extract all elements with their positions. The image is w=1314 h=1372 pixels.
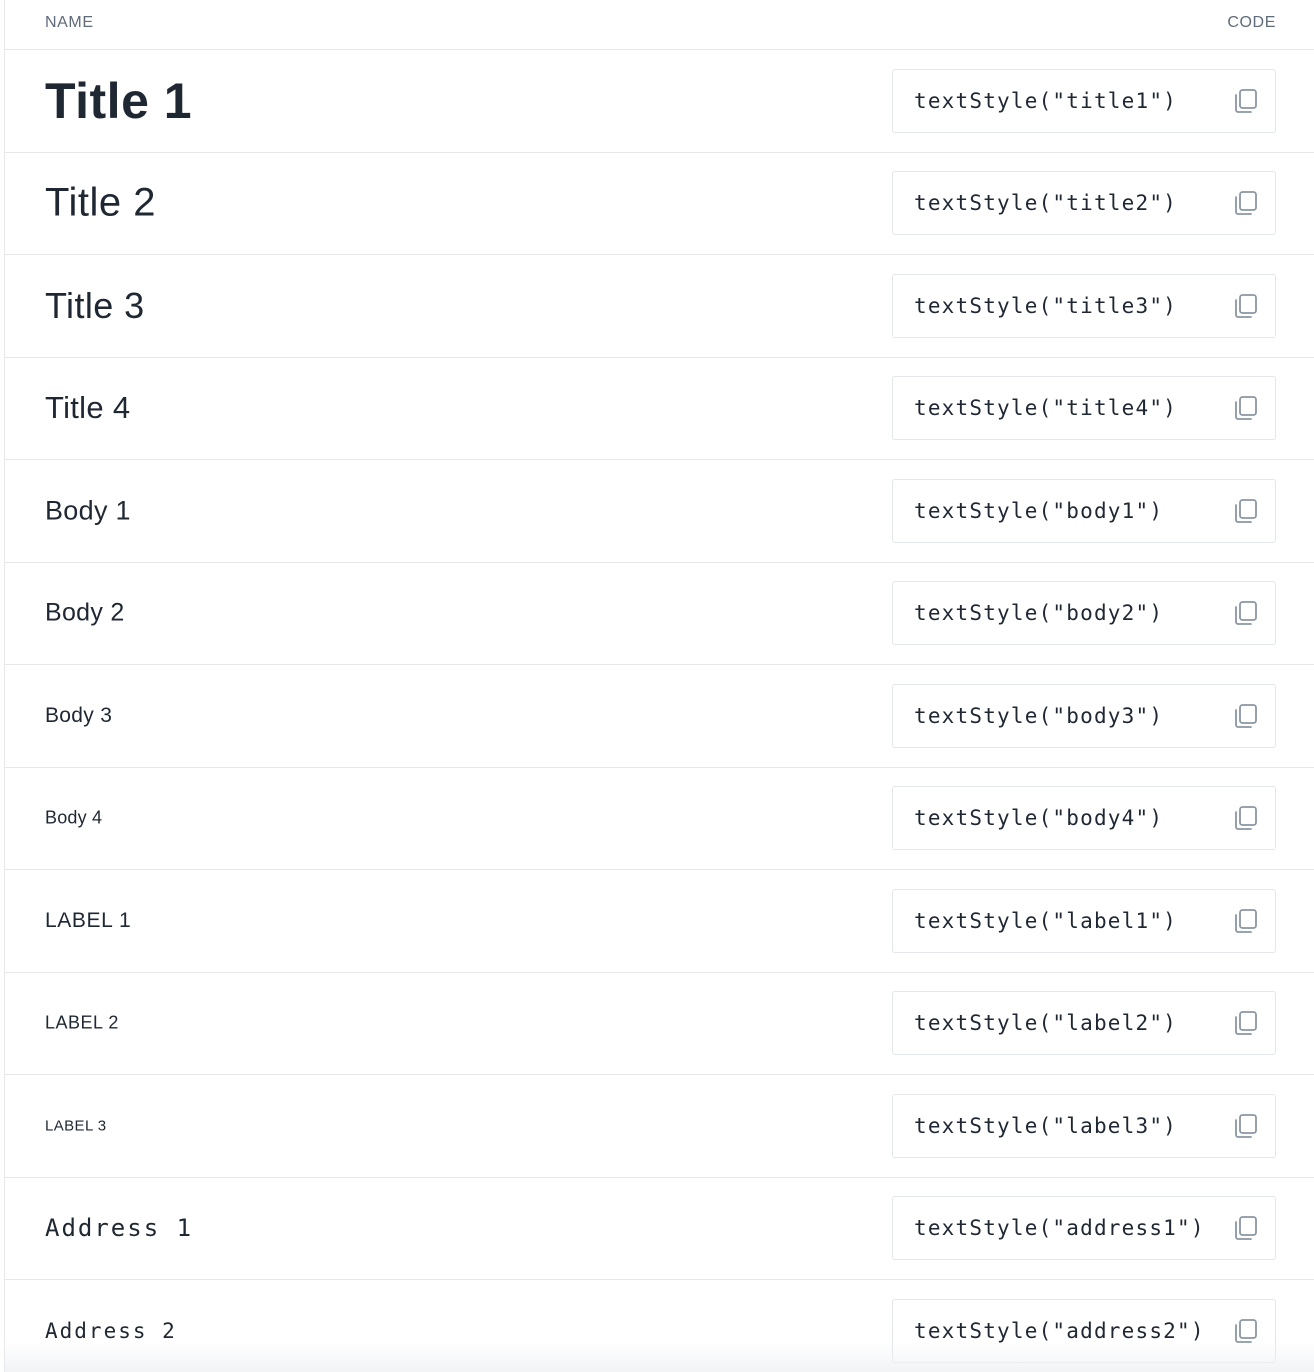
code-text: textStyle("label1") [914, 908, 1178, 933]
table-row-address2: Address 2 textStyle("address2") [5, 1280, 1314, 1372]
copy-icon[interactable] [1231, 804, 1259, 832]
table-row-body4: Body 4 textStyle("body4") [5, 768, 1314, 870]
code-text: textStyle("title3") [914, 293, 1178, 318]
style-name-title1: Title 1 [45, 72, 193, 129]
code-snippet-label2: textStyle("label2") [892, 991, 1276, 1056]
code-text: textStyle("address1") [914, 1216, 1205, 1241]
copy-icon[interactable] [1231, 394, 1259, 422]
copy-icon[interactable] [1231, 189, 1259, 217]
copy-icon[interactable] [1231, 1214, 1259, 1242]
style-name-label1: LABEL 1 [45, 908, 132, 932]
copy-icon[interactable] [1231, 497, 1259, 525]
style-name-title3: Title 3 [45, 284, 145, 326]
code-text: textStyle("body1") [914, 498, 1164, 523]
code-column-header: CODE [1227, 14, 1276, 31]
code-text: textStyle("title1") [914, 88, 1178, 113]
table-row-title4: Title 4 textStyle("title4") [5, 358, 1314, 460]
copy-icon[interactable] [1231, 292, 1259, 320]
code-snippet-title4: textStyle("title4") [892, 376, 1276, 441]
table-row-title2: Title 2 textStyle("title2") [5, 153, 1314, 255]
code-snippet-address2: textStyle("address2") [892, 1298, 1276, 1363]
table-row-label2: LABEL 2 textStyle("label2") [5, 973, 1314, 1075]
name-column-header: NAME [45, 14, 94, 31]
code-snippet-title2: textStyle("title2") [892, 171, 1276, 236]
table-row-label3: LABEL 3 textStyle("label3") [5, 1075, 1314, 1178]
code-snippet-label3: textStyle("label3") [892, 1093, 1276, 1158]
code-snippet-body3: textStyle("body3") [892, 683, 1276, 748]
table-row-body3: Body 3 textStyle("body3") [5, 665, 1314, 768]
style-name-label3: LABEL 3 [45, 1117, 107, 1135]
code-snippet-body1: textStyle("body1") [892, 478, 1276, 543]
code-snippet-body2: textStyle("body2") [892, 581, 1276, 646]
copy-icon[interactable] [1231, 1317, 1259, 1345]
table-row-title1: Title 1 textStyle("title1") [5, 50, 1314, 153]
copy-icon[interactable] [1231, 907, 1259, 935]
copy-icon[interactable] [1231, 599, 1259, 627]
code-snippet-title1: textStyle("title1") [892, 68, 1276, 133]
copy-icon[interactable] [1231, 1112, 1259, 1140]
copy-icon[interactable] [1231, 1009, 1259, 1037]
style-name-body4: Body 4 [45, 807, 103, 828]
table-header: NAME CODE [5, 0, 1314, 50]
table-row-label1: LABEL 1 textStyle("label1") [5, 870, 1314, 973]
code-text: textStyle("body2") [914, 601, 1164, 626]
style-name-address2: Address 2 [45, 1318, 177, 1343]
code-text: textStyle("body3") [914, 703, 1164, 728]
style-name-title2: Title 2 [45, 180, 156, 225]
code-snippet-address1: textStyle("address1") [892, 1196, 1276, 1261]
table-row-address1: Address 1 textStyle("address1") [5, 1178, 1314, 1280]
code-snippet-body4: textStyle("body4") [892, 786, 1276, 851]
style-name-body2: Body 2 [45, 598, 125, 627]
code-text: textStyle("label2") [914, 1011, 1178, 1036]
copy-icon[interactable] [1231, 87, 1259, 115]
code-text: textStyle("title4") [914, 396, 1178, 421]
code-text: textStyle("body4") [914, 806, 1164, 831]
code-text: textStyle("label3") [914, 1113, 1178, 1138]
code-snippet-title3: textStyle("title3") [892, 273, 1276, 338]
table-row-body2: Body 2 textStyle("body2") [5, 563, 1314, 665]
code-snippet-label1: textStyle("label1") [892, 888, 1276, 953]
style-name-label2: LABEL 2 [45, 1012, 119, 1033]
code-text: textStyle("title2") [914, 191, 1178, 216]
code-text: textStyle("address2") [914, 1318, 1205, 1343]
table-row-title3: Title 3 textStyle("title3") [5, 255, 1314, 358]
table-row-body1: Body 1 textStyle("body1") [5, 460, 1314, 563]
style-name-body1: Body 1 [45, 495, 131, 526]
style-name-body3: Body 3 [45, 703, 113, 727]
copy-icon[interactable] [1231, 702, 1259, 730]
style-name-address1: Address 1 [45, 1214, 194, 1243]
style-name-title4: Title 4 [45, 390, 131, 426]
text-styles-table: NAME CODE Title 1 textStyle("title1") Ti… [4, 0, 1314, 1372]
